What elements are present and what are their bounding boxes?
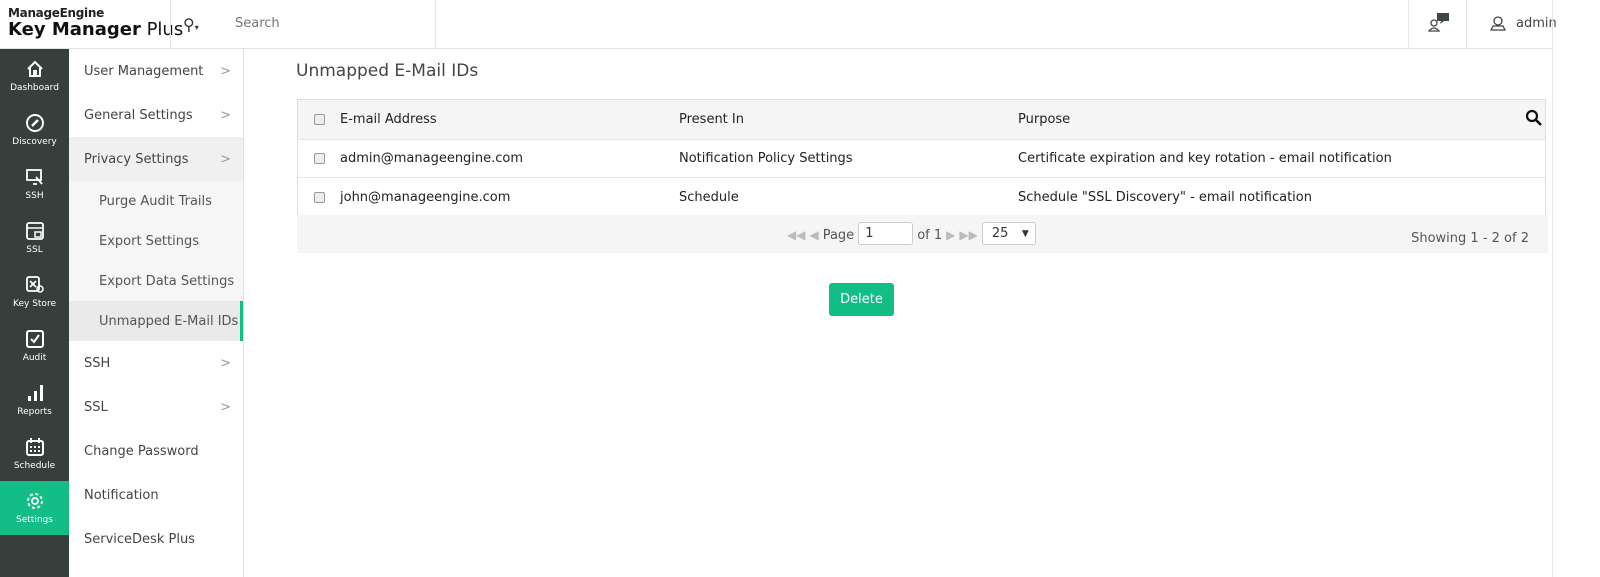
rail-item-label: Reports [17, 407, 52, 417]
last-page-icon[interactable]: ▶▶ [959, 228, 977, 242]
col-purpose[interactable]: Purpose [1018, 112, 1525, 127]
rail-item-audit[interactable]: Audit [0, 319, 69, 373]
ssl-icon [25, 222, 44, 240]
settings-submenu: User Management > General Settings > Priva… [69, 49, 244, 577]
menu-purge-audit-trails[interactable]: Purge Audit Trails [69, 181, 243, 221]
top-bar: ManageEngine Key Manager Plus ⚲▾ admin [0, 0, 1557, 49]
menu-user-management[interactable]: User Management > [69, 49, 243, 93]
prev-page-icon[interactable]: ◀ [809, 228, 818, 242]
menu-ssh[interactable]: SSH > [69, 341, 243, 385]
menu-export-settings[interactable]: Export Settings [69, 221, 243, 261]
user-icon [1490, 16, 1506, 31]
search-scope-icon[interactable]: ⚲▾ [183, 15, 199, 34]
rail-item-settings[interactable]: Settings [0, 481, 69, 535]
brand-name: ManageEngine [8, 6, 104, 20]
rail-item-discovery[interactable]: Discovery [0, 103, 69, 157]
user-menu[interactable]: admin [1490, 15, 1557, 31]
gear-icon [26, 493, 43, 509]
rail-item-label: Audit [22, 353, 47, 363]
first-page-icon[interactable]: ◀◀ [787, 228, 805, 242]
rail-item-reports[interactable]: Reports [0, 373, 69, 427]
menu-servicedesk-plus[interactable]: ServiceDesk Plus [69, 517, 243, 561]
home-icon [26, 60, 43, 77]
menu-change-password[interactable]: Change Password [69, 429, 243, 473]
table-row: admin@manageengine.com Notification Poli… [298, 140, 1545, 178]
table-row: john@manageengine.com Schedule Schedule … [298, 178, 1545, 216]
rail-item-label: Key Store [13, 299, 56, 309]
pagination-bar: ◀◀ ◀ Page of 1 ▶ ▶▶ 25▼ Showing 1 - 2 of… [297, 215, 1548, 253]
email-table: E-mail Address Present In Purpose admin@… [297, 99, 1546, 217]
reports-icon [27, 385, 43, 401]
audit-icon [25, 330, 44, 348]
rail-item-key-store[interactable]: Key Store [0, 265, 69, 319]
purpose-cell: Certificate expiration and key rotation … [1018, 151, 1392, 166]
purpose-cell: Schedule "SSL Discovery" - email notific… [1018, 189, 1312, 205]
menu-export-data-settings[interactable]: Export Data Settings [69, 261, 243, 301]
rail-item-ssh[interactable]: SSH [0, 157, 69, 211]
page-title: Unmapped E-Mail IDs [296, 61, 479, 81]
rail-item-label: Discovery [12, 137, 57, 147]
row-checkbox[interactable] [314, 191, 325, 203]
page-size-select[interactable]: 25 ▼ [981, 222, 1036, 245]
email-cell: john@manageengine.com [340, 189, 511, 205]
chat-support-icon[interactable] [1427, 12, 1450, 36]
email-cell: admin@manageengine.com [340, 151, 524, 166]
menu-unmapped-email-ids[interactable]: Unmapped E-Mail IDs [69, 301, 243, 341]
logo[interactable]: ManageEngine Key Manager Plus [8, 6, 183, 40]
username: admin [1516, 15, 1557, 31]
menu-general-settings[interactable]: General Settings > [69, 93, 243, 137]
ssh-icon [25, 169, 43, 185]
next-page-icon[interactable]: ▶ [946, 228, 955, 242]
chevron-right-icon: > [220, 63, 231, 79]
main-nav-rail: Dashboard Discovery SSH SSL Key Store Audit Re… [0, 49, 69, 577]
rail-item-label: Schedule [13, 461, 56, 471]
page-count: of 1 [917, 227, 943, 243]
rail-item-label: Settings [16, 515, 53, 525]
rail-item-label: Dashboard [10, 83, 59, 93]
table-header: E-mail Address Present In Purpose [298, 100, 1545, 140]
rail-item-schedule[interactable]: Schedule [0, 427, 69, 481]
table-search-icon[interactable] [1525, 109, 1543, 131]
product-name: Key Manager [8, 19, 141, 40]
present-in-cell: Schedule [679, 189, 739, 205]
col-present-in[interactable]: Present In [679, 112, 1018, 127]
showing-count: Showing 1 - 2 of 2 [1411, 231, 1529, 246]
rail-item-ssl[interactable]: SSL [0, 211, 69, 265]
page-label: Page [822, 227, 855, 243]
present-in-cell: Notification Policy Settings [679, 151, 853, 166]
menu-notification[interactable]: Notification [69, 473, 243, 517]
rail-item-label: SSL [26, 245, 43, 255]
chevron-right-icon: > [220, 399, 231, 415]
dropdown-arrow-icon: ▼ [1021, 228, 1029, 239]
col-email[interactable]: E-mail Address [340, 112, 679, 127]
search-input[interactable] [235, 16, 415, 31]
compass-icon [25, 114, 44, 132]
key-store-icon [25, 276, 44, 293]
rail-item-dashboard[interactable]: Dashboard [0, 49, 69, 103]
menu-privacy-settings[interactable]: Privacy Settings > [69, 137, 243, 181]
chevron-right-icon: > [220, 107, 231, 123]
select-all-checkbox[interactable] [314, 114, 325, 125]
chevron-right-icon: > [220, 355, 231, 371]
row-checkbox[interactable] [314, 153, 325, 164]
page-input[interactable] [858, 222, 914, 245]
product-suffix: Plus [140, 19, 184, 40]
menu-ssl[interactable]: SSL > [69, 385, 243, 429]
calendar-icon [25, 438, 44, 456]
delete-button[interactable]: Delete [829, 283, 894, 316]
rail-item-label: SSH [25, 191, 44, 201]
chevron-right-icon: > [220, 151, 231, 167]
